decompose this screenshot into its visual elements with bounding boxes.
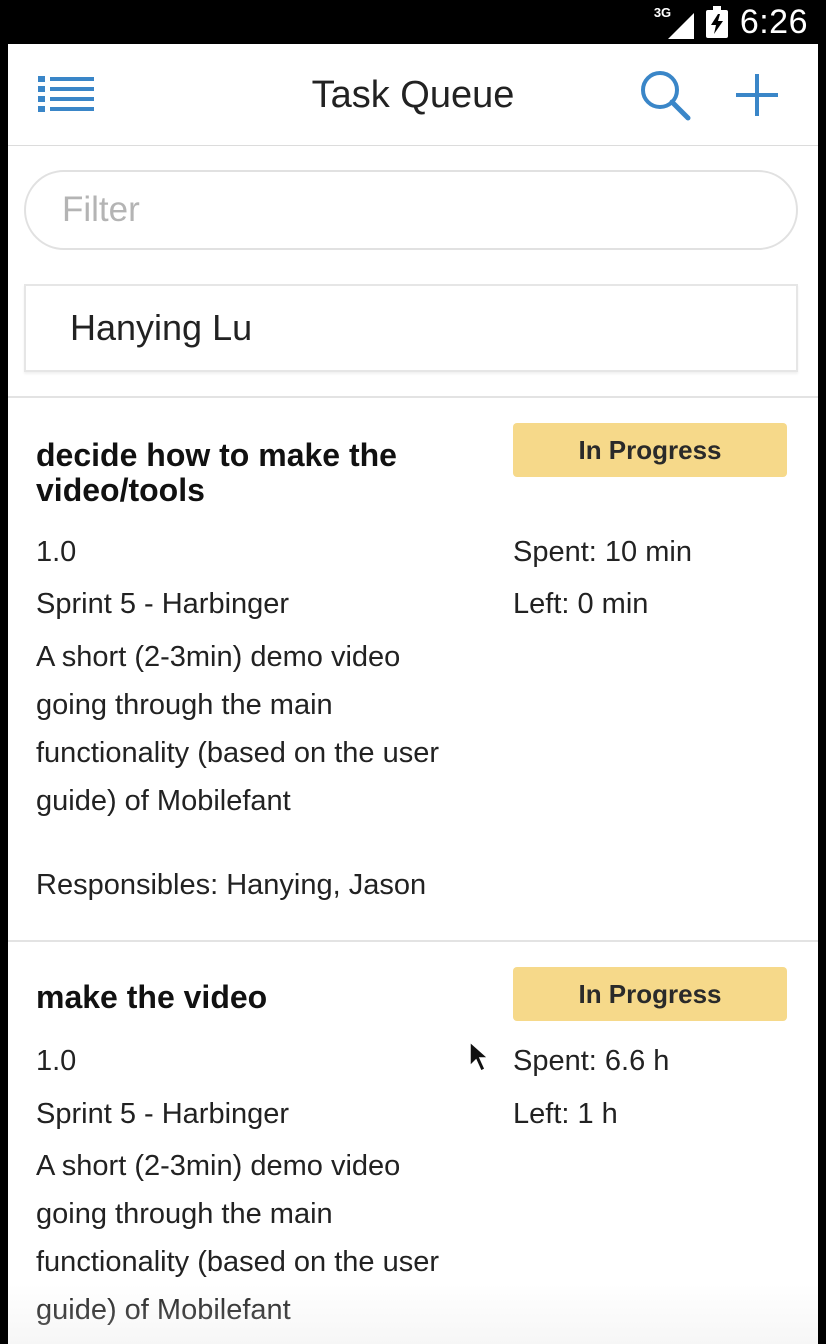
mouse-cursor-icon — [469, 1040, 490, 1073]
search-icon — [641, 71, 691, 121]
task-sprint: Sprint 5 - Harbinger — [36, 1098, 290, 1130]
plus-icon — [736, 74, 778, 116]
filter-input[interactable] — [24, 170, 798, 250]
assignee-name: Hanying Lu — [70, 307, 253, 348]
status-badge[interactable]: In Progress — [513, 967, 787, 1021]
time-spent: Spent: 10 min — [513, 536, 692, 568]
assignee-selector[interactable]: Hanying Lu — [24, 284, 798, 372]
task-name: decide how to make the video/tools — [36, 437, 397, 508]
task-card[interactable]: make the video In Progress 1.0 Spent: 6.… — [8, 942, 818, 1344]
page-title: Task Queue — [311, 74, 515, 116]
status-badge[interactable]: In Progress — [513, 423, 787, 477]
task-version: 1.0 — [36, 1045, 77, 1077]
battery-icon — [705, 6, 728, 38]
status-bar: 3G 6:26 — [0, 0, 826, 44]
status-bar-indicators: 3G 6:26 — [654, 0, 808, 44]
task-responsibles: Responsibles: Hanying, Jason — [36, 869, 427, 901]
time-left: Left: 1 h — [513, 1098, 618, 1130]
time-left: Left: 0 min — [513, 588, 649, 620]
clock: 6:26 — [739, 2, 808, 41]
app-bar: Task Queue — [8, 44, 818, 146]
task-version: 1.0 — [36, 536, 77, 568]
signal-icon: 3G — [654, 5, 694, 39]
add-task-button[interactable] — [732, 70, 782, 120]
task-card[interactable]: decide how to make the video/tools In Pr… — [8, 398, 818, 940]
task-sprint: Sprint 5 - Harbinger — [36, 588, 290, 620]
task-description: A short (2-3min) demo video going throug… — [36, 641, 440, 817]
task-description: A short (2-3min) demo video going throug… — [36, 1150, 440, 1326]
time-spent: Spent: 6.6 h — [513, 1045, 670, 1077]
task-queue-screen: Task Queue Hanying Lu decide how to make… — [8, 44, 818, 1344]
search-button[interactable] — [638, 68, 694, 124]
task-name: make the video — [36, 979, 268, 1015]
